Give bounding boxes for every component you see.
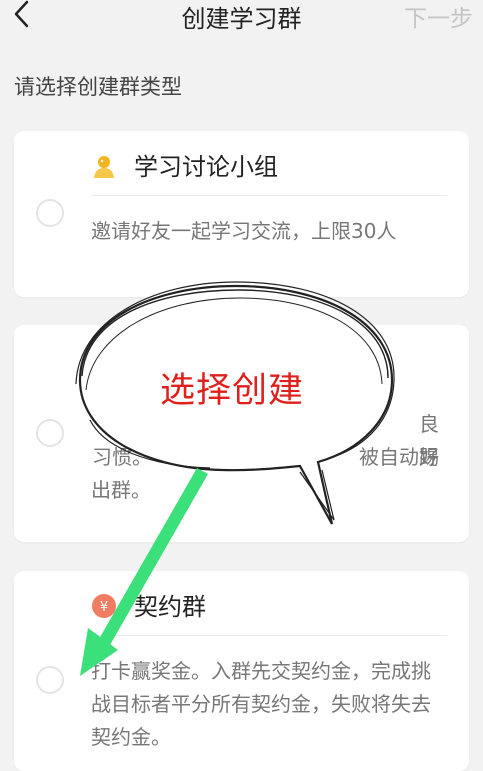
desc-fragment: 出群。	[91, 478, 151, 502]
group-type-card-middle[interactable]: 良好 习惯。 被自动踢 出群。	[14, 325, 469, 542]
desc-fragment: 习惯。	[92, 445, 152, 469]
yuan-coin-icon: ¥	[91, 593, 117, 619]
svg-text:¥: ¥	[100, 600, 108, 615]
next-step-button[interactable]: 下一步	[404, 0, 473, 33]
card-description: 良好 习惯。 被自动踢 出群。	[91, 408, 449, 507]
radio-button[interactable]	[36, 419, 64, 447]
radio-button[interactable]	[36, 666, 64, 694]
group-type-card-contract[interactable]: ¥ 契约群 打卡赢奖金。入群先交契约金，完成挑战目标者平分所有契约金，失败将失去…	[14, 571, 469, 771]
card-title: 契约群	[134, 593, 206, 621]
radio-button[interactable]	[36, 199, 64, 227]
group-type-card-study[interactable]: 学习讨论小组 邀请好友一起学习交流，上限30人	[14, 131, 469, 297]
annotation-text: 选择创建	[160, 371, 305, 411]
card-header: 学习讨论小组	[91, 135, 447, 196]
desc-fragment: 被自动踢	[359, 445, 439, 469]
person-icon	[91, 153, 117, 179]
top-bar: 创建学习群 下一步	[0, 0, 483, 33]
card-description: 打卡赢奖金。入群先交契约金，完成挑战目标者平分所有契约金，失败将失去契约金。	[91, 659, 431, 749]
card-description: 邀请好友一起学习交流，上限30人	[91, 219, 397, 243]
section-label: 请选择创建群类型	[14, 75, 182, 99]
card-header: ¥ 契约群	[91, 575, 447, 636]
card-title: 学习讨论小组	[134, 153, 278, 181]
